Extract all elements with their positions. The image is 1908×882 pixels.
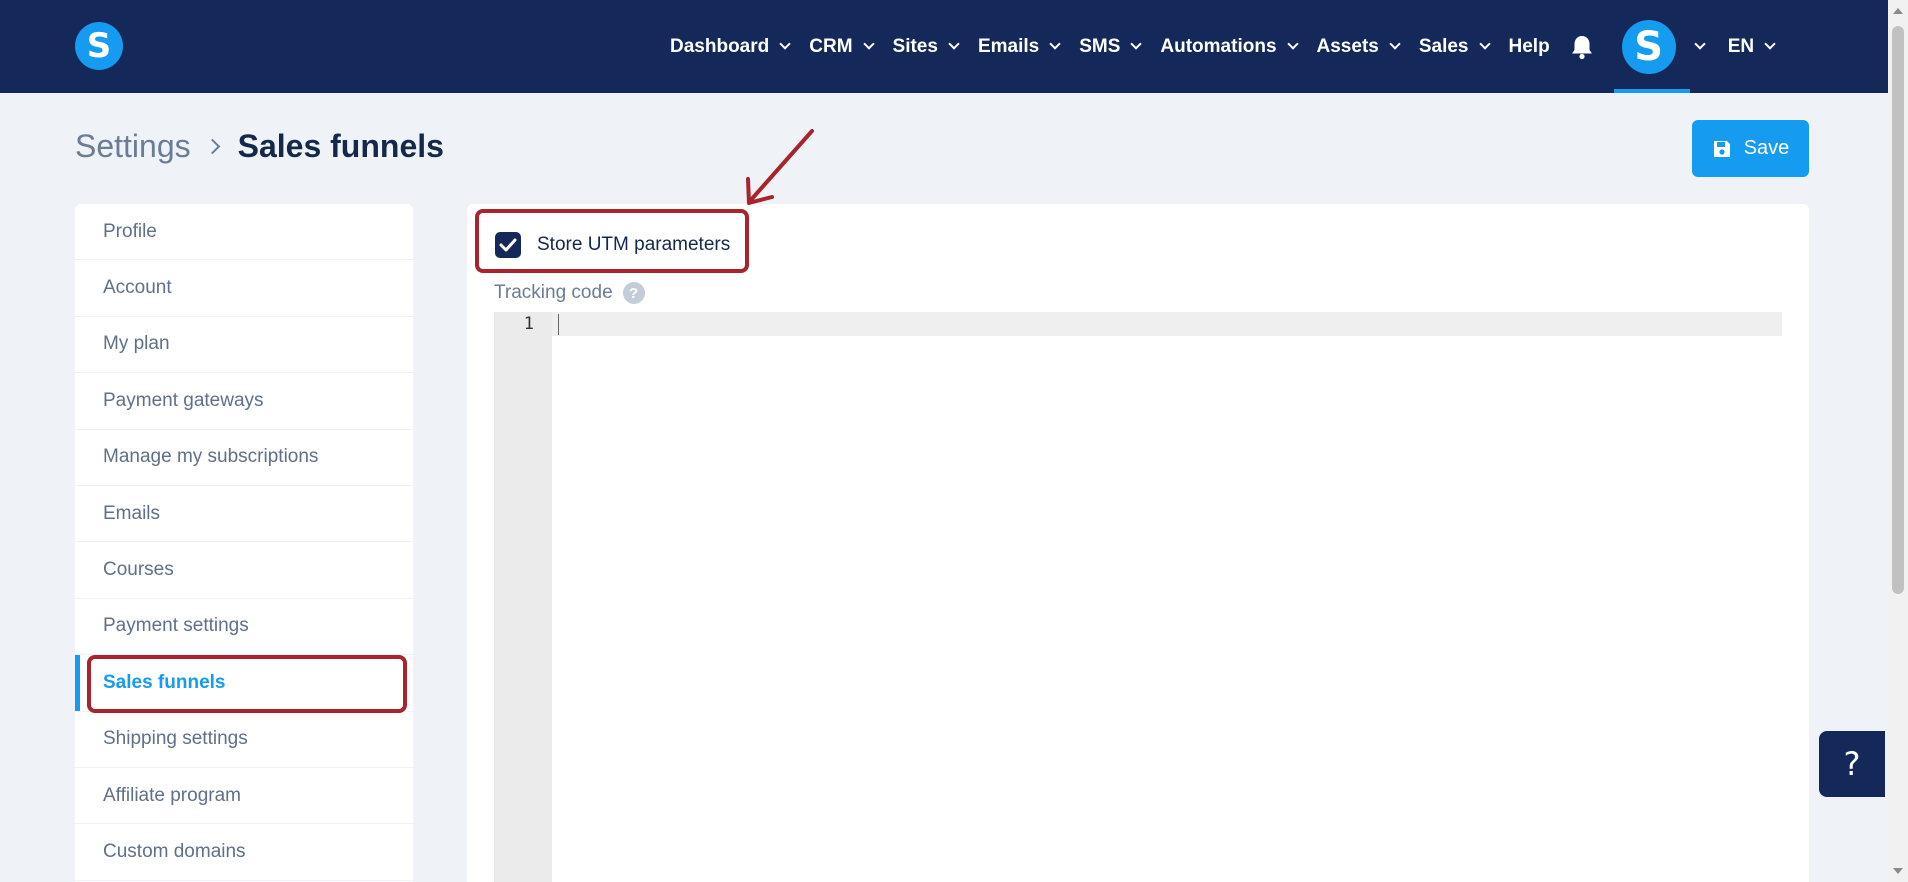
sidebar-item-label: Profile (103, 220, 157, 242)
chevron-down-icon (1694, 37, 1706, 50)
sidebar-item-label: Payment settings (103, 615, 249, 637)
nav-item-help[interactable]: Help (1509, 0, 1550, 93)
nav-item-assets[interactable]: Assets (1316, 0, 1401, 93)
chevron-down-icon (1478, 37, 1491, 50)
annotation-arrow-icon (746, 129, 814, 205)
page-scrollbar[interactable] (1888, 0, 1908, 882)
checkmark-icon (499, 238, 517, 252)
scroll-up-icon[interactable] (1893, 8, 1903, 14)
chevron-right-icon (204, 138, 220, 155)
sidebar-item-label: Emails (103, 502, 161, 524)
sidebar-item-shipping-settings[interactable]: Shipping settings (75, 712, 413, 768)
nav-label: Emails (977, 35, 1040, 57)
sidebar-item-payment-gateways[interactable]: Payment gateways (75, 373, 413, 430)
sidebar-item-payment-settings[interactable]: Payment settings (75, 599, 413, 656)
floating-help-button[interactable]: ? (1819, 731, 1885, 797)
scrollbar-thumb[interactable] (1892, 26, 1904, 594)
tracking-code-label-text: Tracking code (494, 282, 613, 303)
nav-item-emails[interactable]: Emails (977, 0, 1061, 93)
nav-label: Automations (1160, 35, 1277, 57)
nav-label: Sales (1418, 35, 1469, 57)
bell-icon[interactable] (1570, 34, 1596, 60)
sidebar-item-label: Account (103, 277, 172, 299)
nav-item-sms[interactable]: SMS (1079, 0, 1143, 93)
sidebar-item-label: Custom domains (103, 840, 246, 862)
nav-label: CRM (809, 35, 853, 57)
breadcrumb-settings-link[interactable]: Settings (75, 128, 191, 165)
chevron-down-icon (862, 37, 875, 50)
sidebar-item-label: Payment gateways (103, 389, 264, 411)
sidebar-item-profile[interactable]: Profile (75, 204, 413, 261)
sales-funnels-settings-panel: Store UTM parameters Tracking code ? 1 (467, 204, 1809, 882)
nav-label: Dashboard (670, 35, 770, 57)
language-selector[interactable]: EN (1727, 0, 1776, 93)
nav-item-automations[interactable]: Automations (1160, 0, 1299, 93)
save-button[interactable]: Save (1692, 120, 1809, 177)
active-indicator (1613, 89, 1690, 93)
sidebar-item-manage-subscriptions[interactable]: Manage my subscriptions (75, 430, 413, 486)
editor-gutter: 1 (494, 312, 552, 882)
main-nav: Dashboard CRM Sites Emails SMS Automatio… (670, 0, 1794, 93)
chevron-down-icon (779, 37, 791, 50)
nav-label: Sites (892, 35, 938, 57)
nav-label: Help (1508, 35, 1550, 57)
sidebar-item-label: Affiliate program (103, 784, 241, 806)
page-title: Sales funnels (237, 128, 444, 164)
floppy-disk-icon (1713, 140, 1730, 157)
store-utm-label: Store UTM parameters (537, 234, 731, 255)
sidebar-item-sales-funnels[interactable]: Sales funnels (75, 655, 413, 714)
nav-label: SMS (1079, 35, 1121, 57)
nav-item-sites[interactable]: Sites (892, 0, 960, 93)
line-number: 1 (523, 314, 534, 334)
sidebar-item-label: Courses (103, 559, 174, 581)
tracking-code-editor[interactable]: 1 (494, 312, 1782, 882)
editor-caret (558, 314, 559, 335)
sidebar-item-label: Manage my subscriptions (103, 446, 319, 468)
tracking-code-label: Tracking code ? (494, 282, 645, 304)
sidebar-item-affiliate-program[interactable]: Affiliate program (75, 768, 413, 825)
chevron-down-icon (1049, 37, 1061, 50)
sidebar-item-account[interactable]: Account (75, 260, 413, 317)
chevron-down-icon (1764, 37, 1776, 50)
help-icon[interactable]: ? (622, 282, 645, 304)
user-menu[interactable]: S (1613, 0, 1706, 93)
sidebar-item-label: Shipping settings (103, 728, 248, 750)
sidebar-item-courses[interactable]: Courses (75, 542, 413, 599)
save-label: Save (1743, 137, 1790, 159)
nav-label: Assets (1316, 35, 1379, 57)
store-utm-option[interactable]: Store UTM parameters (495, 232, 730, 258)
settings-sidebar: Profile Account My plan Payment gateways… (75, 204, 413, 882)
scroll-down-icon[interactable] (1893, 868, 1903, 874)
chevron-down-icon (1286, 37, 1299, 50)
nav-item-crm[interactable]: CRM (809, 0, 875, 93)
chevron-down-icon (948, 37, 960, 50)
nav-item-dashboard[interactable]: Dashboard (670, 0, 791, 93)
chevron-down-icon (1389, 37, 1401, 50)
store-utm-checkbox[interactable] (495, 232, 521, 258)
chevron-down-icon (1130, 37, 1143, 50)
sidebar-item-emails[interactable]: Emails (75, 486, 413, 543)
breadcrumb: Settings Sales funnels (75, 128, 444, 165)
annotation-highlight-box (87, 655, 407, 714)
sidebar-item-label: My plan (103, 333, 170, 355)
question-mark-icon: ? (1843, 745, 1861, 783)
app-logo[interactable]: S (75, 22, 123, 70)
avatar[interactable]: S (1621, 19, 1676, 74)
top-navigation-bar: S Dashboard CRM Sites Emails SMS Automat… (0, 0, 1888, 93)
language-label: EN (1727, 35, 1755, 57)
sidebar-item-my-plan[interactable]: My plan (75, 317, 413, 374)
editor-active-line (552, 312, 1782, 336)
sidebar-item-custom-domains[interactable]: Custom domains (75, 824, 413, 881)
nav-item-sales[interactable]: Sales (1418, 0, 1491, 93)
